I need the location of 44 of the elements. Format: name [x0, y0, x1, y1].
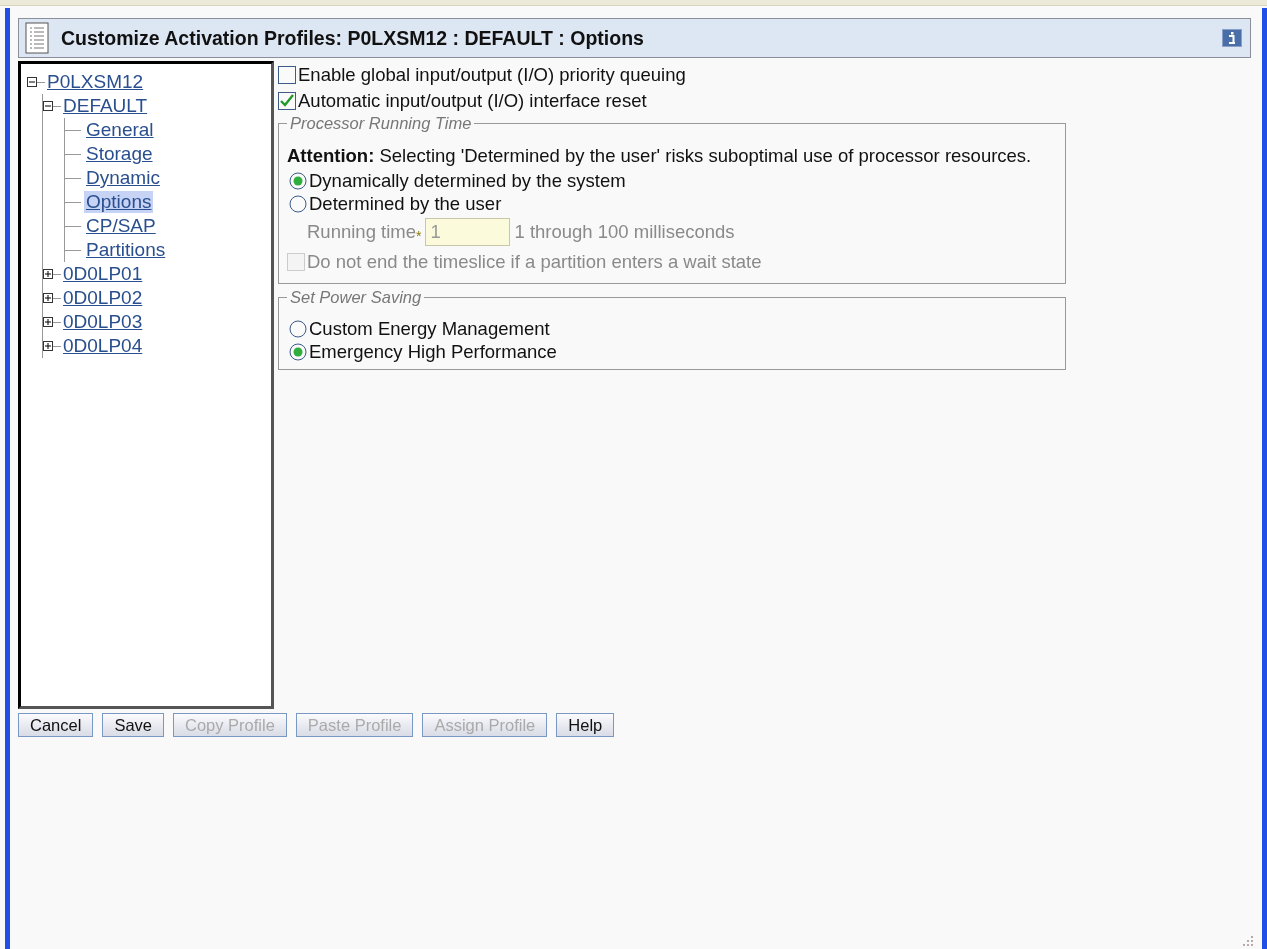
- radio-button[interactable]: [289, 171, 307, 190]
- action-button[interactable]: Cancel: [18, 713, 94, 737]
- radio-button[interactable]: [289, 319, 307, 338]
- tree-item[interactable]: 0D0LP01: [61, 263, 145, 285]
- required-mark: *: [416, 228, 422, 244]
- field-label: Running time: [307, 221, 416, 243]
- tree-item[interactable]: 0D0LP02: [61, 287, 145, 309]
- checkbox[interactable]: [278, 66, 296, 84]
- group-legend: Set Power Saving: [287, 288, 425, 307]
- radio-label: Emergency High Performance: [309, 340, 557, 363]
- tree-item[interactable]: 0D0LP04: [61, 335, 145, 357]
- radio-button[interactable]: [289, 342, 307, 361]
- radio-label: Custom Energy Management: [309, 317, 550, 340]
- tree-item[interactable]: 0D0LP03: [61, 311, 145, 333]
- tree-item[interactable]: Storage: [84, 143, 155, 165]
- collapse-icon[interactable]: [43, 101, 53, 111]
- action-button[interactable]: Help: [556, 713, 615, 737]
- field-hint: 1 through 100 milliseconds: [514, 221, 735, 243]
- group-legend: Processor Running Time: [287, 114, 475, 133]
- radio-label: Determined by the user: [309, 192, 502, 215]
- expand-icon[interactable]: [43, 293, 53, 303]
- expand-icon[interactable]: [43, 269, 53, 279]
- action-button[interactable]: Save: [102, 713, 164, 737]
- collapse-icon[interactable]: [27, 77, 37, 87]
- tree-item[interactable]: DEFAULT: [61, 95, 150, 117]
- radio-button[interactable]: [289, 194, 307, 213]
- checkbox[interactable]: [278, 92, 296, 110]
- expand-icon[interactable]: [43, 341, 53, 351]
- radio-label: Dynamically determined by the system: [309, 169, 626, 192]
- tree-item[interactable]: Partitions: [84, 239, 168, 261]
- window-title: Customize Activation Profiles: P0LXSM12 : DEFAULT : Options: [61, 26, 645, 50]
- tree-item[interactable]: P0LXSM12: [45, 71, 146, 93]
- checkbox-label: Do not end the timeslice if a partition enters a wait state: [307, 251, 762, 273]
- tree-item[interactable]: Options: [84, 191, 154, 213]
- info-icon[interactable]: [1222, 29, 1242, 47]
- expand-icon[interactable]: [43, 317, 53, 327]
- tree-item[interactable]: General: [84, 119, 156, 141]
- checkbox-label: Automatic input/output (I/O) interface reset: [298, 90, 647, 112]
- checkbox-label: Enable global input/output (I/O) priority queuing: [298, 64, 686, 86]
- tree-item[interactable]: Dynamic: [84, 167, 162, 189]
- document-icon: [25, 22, 49, 54]
- tree-item[interactable]: CP/SAP: [84, 215, 158, 237]
- resize-grip-icon[interactable]: [1242, 935, 1254, 947]
- attention-text: Attention: Selecting 'Determined by the user' risks suboptimal use of processor resources.: [287, 145, 1033, 167]
